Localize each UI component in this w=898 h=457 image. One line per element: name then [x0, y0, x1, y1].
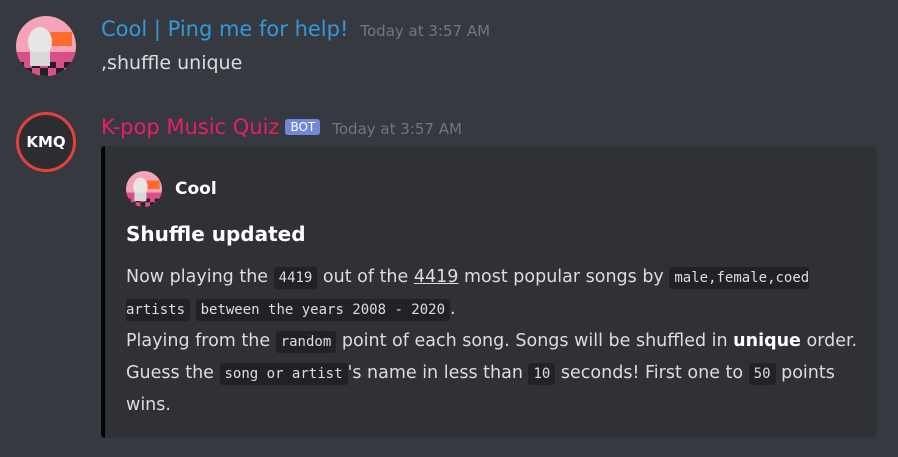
desc-text: 's name in less than [347, 363, 529, 383]
desc-text: Guess the [126, 363, 220, 383]
desc-text: seconds! First one to [555, 363, 749, 383]
desc-text: most popular songs by [458, 267, 670, 287]
desc-text: Playing from the [126, 331, 276, 351]
desc-text: Now playing the [126, 267, 274, 287]
username[interactable]: Cool | Ping me for help! [101, 17, 348, 41]
desc-text: . [450, 299, 456, 319]
song-count: 4419 [273, 267, 318, 289]
embed-author-name: Cool [175, 179, 217, 199]
embed-title: Shuffle updated [126, 222, 306, 246]
desc-text: order. [800, 331, 858, 351]
message-content: ,shuffle unique [101, 52, 243, 74]
years-code: between the years 2008 - 2020 [195, 299, 451, 321]
bot-avatar[interactable]: KMQ [16, 112, 76, 172]
goal-code: 50 [748, 363, 776, 385]
embed-author: Cool [126, 171, 217, 207]
desc-text: out of the [317, 267, 414, 287]
timestamp: Today at 3:57 AM [360, 22, 491, 40]
embed-author-avatar[interactable] [126, 171, 162, 207]
embed: Cool Shuffle updated Now playing the 441… [101, 146, 877, 438]
bot-username[interactable]: K-pop Music Quiz [101, 115, 279, 139]
bot-tag: BOT [285, 119, 321, 135]
shuffle-mode: unique [733, 331, 801, 351]
timer-code: 10 [528, 363, 556, 385]
desc-text: point of each song. Songs will be shuffl… [336, 331, 734, 351]
guess-mode-code: song or artist [219, 363, 348, 385]
user-avatar[interactable] [16, 16, 76, 76]
timestamp: Today at 3:57 AM [332, 120, 462, 138]
bot-avatar-label: KMQ [26, 133, 66, 151]
total-songs-link[interactable]: 4419 [414, 267, 459, 287]
embed-description: Now playing the 4419 out of the 4419 mos… [126, 262, 866, 421]
seek-code: random [275, 331, 337, 353]
desc-text [190, 299, 196, 319]
